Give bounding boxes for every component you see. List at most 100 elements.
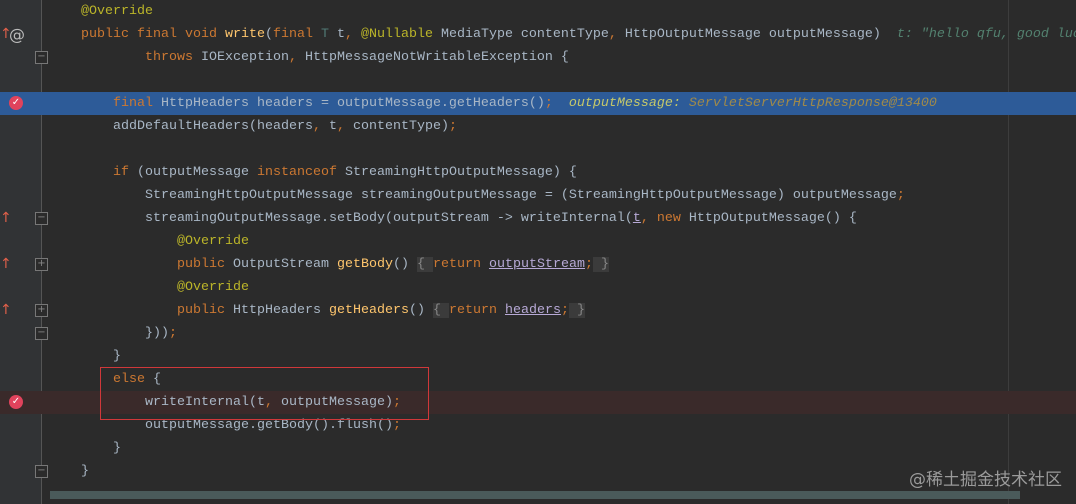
code-token: StreamingHttpOutputMessage) { <box>344 165 577 180</box>
code-token: ; <box>392 418 401 433</box>
horizontal-scrollbar[interactable] <box>50 491 1020 499</box>
code-line[interactable]: final HttpHeaders headers = outputMessag… <box>0 92 1076 115</box>
code-text: })); <box>145 322 177 345</box>
fold-toggle-icon[interactable]: − <box>35 51 48 64</box>
code-token: public <box>177 257 233 272</box>
code-token: HttpHeaders <box>233 303 329 318</box>
highlight-box <box>100 367 429 420</box>
code-token: } <box>81 464 89 479</box>
code-text: @Override <box>81 0 153 23</box>
code-text: final HttpHeaders headers = outputMessag… <box>113 92 937 115</box>
code-token: T <box>320 27 329 42</box>
code-line[interactable]: streamingOutputMessage.setBody(outputStr… <box>0 207 1076 230</box>
code-text: public OutputStream getBody() { return o… <box>177 253 609 276</box>
code-token: headers <box>504 303 561 318</box>
code-line[interactable]: } <box>0 437 1076 460</box>
code-token: t <box>328 27 345 42</box>
code-token: @Nullable <box>360 27 441 42</box>
code-token: , <box>336 119 353 134</box>
code-text: if (outputMessage instanceof StreamingHt… <box>113 161 577 184</box>
code-token: , <box>312 119 329 134</box>
code-token: public <box>177 303 233 318</box>
annotation-icon[interactable]: @ <box>9 23 25 46</box>
code-line[interactable]: @Override <box>0 230 1076 253</box>
code-line[interactable]: public final void write(final T t, @Null… <box>0 23 1076 46</box>
code-token: , <box>344 27 361 42</box>
code-text: } <box>113 437 121 460</box>
breakpoint-icon[interactable]: ✓ <box>9 395 23 409</box>
code-line[interactable]: } <box>0 345 1076 368</box>
code-token: @Override <box>177 234 249 249</box>
code-token: ; <box>544 96 569 111</box>
code-token: if <box>113 165 137 180</box>
code-token: return <box>448 303 505 318</box>
code-token: ; <box>584 257 593 272</box>
code-token: t <box>328 119 337 134</box>
fold-toggle-icon[interactable]: + <box>35 258 48 271</box>
code-token: } <box>592 257 609 272</box>
code-text: @Override <box>177 230 249 253</box>
code-line[interactable]: @Override <box>0 0 1076 23</box>
code-token: streamingOutputMessage.setBody(outputStr… <box>145 211 633 226</box>
code-token: getHeaders <box>328 303 409 318</box>
breakpoint-icon[interactable]: ✓ <box>9 96 23 110</box>
code-text: throws IOException, HttpMessageNotWritab… <box>145 46 569 69</box>
code-token: ; <box>169 326 177 341</box>
code-token: write <box>224 27 265 42</box>
code-token: throws <box>145 50 201 65</box>
code-text: @Override <box>177 276 249 299</box>
watermark: @稀土掘金技术社区 <box>909 470 1062 490</box>
code-line[interactable] <box>0 138 1076 161</box>
fold-toggle-icon[interactable]: + <box>35 304 48 317</box>
fold-toggle-icon[interactable]: − <box>35 465 48 478</box>
code-token: (outputMessage <box>137 165 257 180</box>
code-token: () <box>408 303 433 318</box>
fold-toggle-icon[interactable]: − <box>35 212 48 225</box>
override-arrow-icon[interactable]: ↑ <box>0 299 12 322</box>
code-token: outputMessage.getBody().flush() <box>145 418 393 433</box>
code-line[interactable]: StreamingHttpOutputMessage streamingOutp… <box>0 184 1076 207</box>
code-token: { <box>432 303 449 318</box>
code-token: addDefaultHeaders(headers <box>113 119 313 134</box>
code-token: ; <box>560 303 569 318</box>
code-token: () <box>392 257 417 272</box>
code-token: final <box>113 96 161 111</box>
code-line[interactable]: })); − <box>0 322 1076 345</box>
code-token: ; <box>896 188 905 203</box>
code-token: })) <box>145 326 169 341</box>
code-token: OutputStream <box>233 257 337 272</box>
code-token: ; <box>448 119 457 134</box>
code-token: } <box>113 349 121 364</box>
code-token: ServletServerHttpResponse@13400 <box>688 96 937 111</box>
code-text: public final void write(final T t, @Null… <box>81 23 1076 46</box>
override-arrow-icon[interactable]: ↑ <box>0 207 12 230</box>
code-text: } <box>113 345 121 368</box>
code-text: public HttpHeaders getHeaders() { return… <box>177 299 585 322</box>
code-token: outputStream <box>488 257 585 272</box>
code-token: IOException <box>201 50 289 65</box>
code-line[interactable]: @Override <box>0 276 1076 299</box>
code-token: return <box>432 257 489 272</box>
code-text: addDefaultHeaders(headers, t, contentTyp… <box>113 115 457 138</box>
code-token: @Override <box>81 4 153 19</box>
code-line[interactable]: public OutputStream getBody() { return o… <box>0 253 1076 276</box>
fold-toggle-icon[interactable]: − <box>35 327 48 340</box>
code-line[interactable]: throws IOException, HttpMessageNotWritab… <box>0 46 1076 69</box>
code-line[interactable]: addDefaultHeaders(headers, t, contentTyp… <box>0 115 1076 138</box>
code-token: MediaType contentType <box>440 27 609 42</box>
code-token: t <box>632 211 641 226</box>
code-token: HttpMessageNotWritableException { <box>304 50 569 65</box>
code-token: HttpHeaders headers = outputMessage.getH… <box>161 96 545 111</box>
code-token: , new <box>640 211 689 226</box>
code-token: @Override <box>177 280 249 295</box>
code-line[interactable]: public HttpHeaders getHeaders() { return… <box>0 299 1076 322</box>
code-token: t: "hello qfu, good luck" <box>896 27 1076 42</box>
override-arrow-icon[interactable]: ↑ <box>0 253 12 276</box>
code-token: , <box>288 50 305 65</box>
code-token: ( <box>264 27 273 42</box>
code-line[interactable]: if (outputMessage instanceof StreamingHt… <box>0 161 1076 184</box>
code-token: getBody <box>336 257 393 272</box>
code-token: StreamingHttpOutputMessage streamingOutp… <box>145 188 897 203</box>
code-line[interactable] <box>0 69 1076 92</box>
code-text: } <box>81 460 89 483</box>
